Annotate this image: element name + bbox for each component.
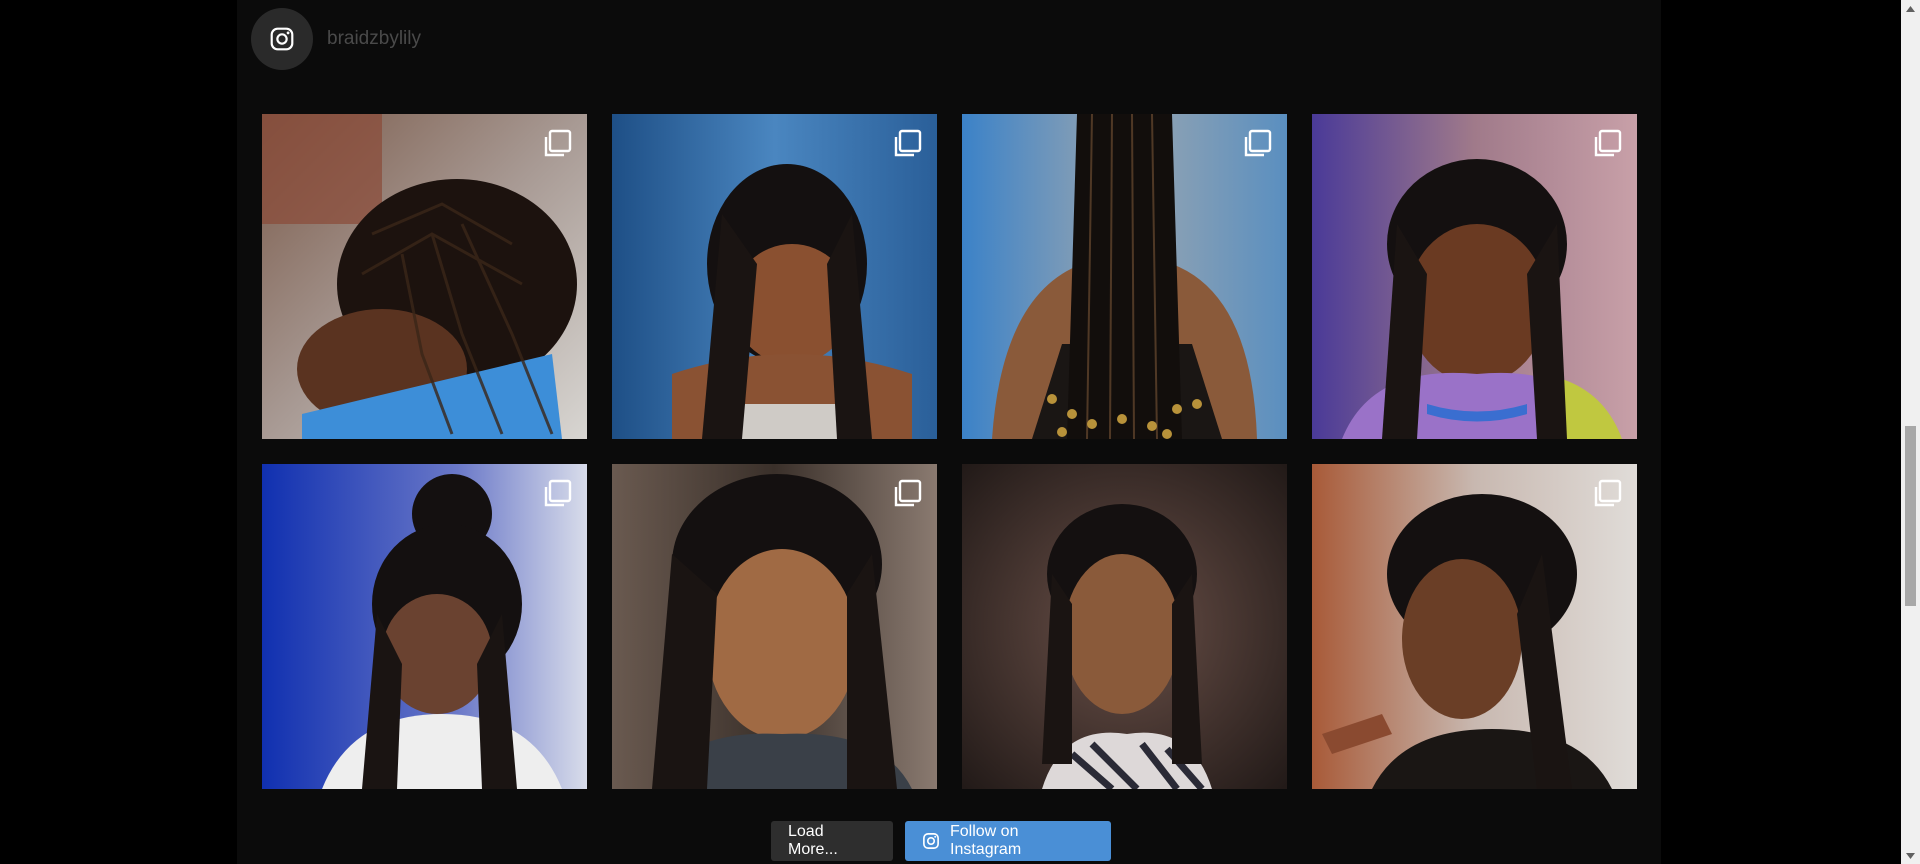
scroll-down-arrow-icon[interactable] [1901, 847, 1920, 864]
scroll-up-arrow-icon[interactable] [1901, 0, 1920, 17]
post-photo [262, 464, 587, 789]
feed-header: braidzbylily [251, 8, 421, 70]
vertical-scrollbar[interactable] [1901, 0, 1920, 864]
post-tile[interactable] [1312, 464, 1637, 789]
post-tile[interactable] [1312, 114, 1637, 439]
instagram-feed: braidzbylily Load More... Follow on Inst… [237, 0, 1661, 864]
carousel-icon [1594, 129, 1622, 157]
post-photo [1312, 114, 1637, 439]
post-grid [262, 114, 1637, 789]
follow-on-instagram-button[interactable]: Follow on Instagram [905, 821, 1111, 861]
post-photo [962, 114, 1287, 439]
carousel-icon [894, 479, 922, 507]
post-photo [962, 464, 1287, 789]
feed-actions: Load More... Follow on Instagram [237, 821, 1661, 861]
carousel-icon [1594, 479, 1622, 507]
carousel-icon [1244, 129, 1272, 157]
carousel-icon [544, 129, 572, 157]
instagram-icon [270, 27, 294, 51]
profile-username[interactable]: braidzbylily [327, 28, 421, 50]
instagram-icon [923, 833, 939, 849]
post-tile[interactable] [612, 464, 937, 789]
page: braidzbylily Load More... Follow on Inst… [0, 0, 1920, 864]
post-tile[interactable] [262, 114, 587, 439]
post-tile[interactable] [962, 114, 1287, 439]
load-more-button[interactable]: Load More... [771, 821, 893, 861]
post-tile[interactable] [262, 464, 587, 789]
profile-avatar[interactable] [251, 8, 313, 70]
carousel-icon [544, 479, 572, 507]
post-tile[interactable] [962, 464, 1287, 789]
scrollbar-thumb[interactable] [1905, 426, 1916, 606]
load-more-label: Load More... [788, 823, 838, 858]
post-photo [612, 464, 937, 789]
post-photo [612, 114, 937, 439]
post-tile[interactable] [612, 114, 937, 439]
carousel-icon [894, 129, 922, 157]
follow-label: Follow on Instagram [950, 823, 1022, 858]
post-photo [1312, 464, 1637, 789]
post-photo [262, 114, 587, 439]
